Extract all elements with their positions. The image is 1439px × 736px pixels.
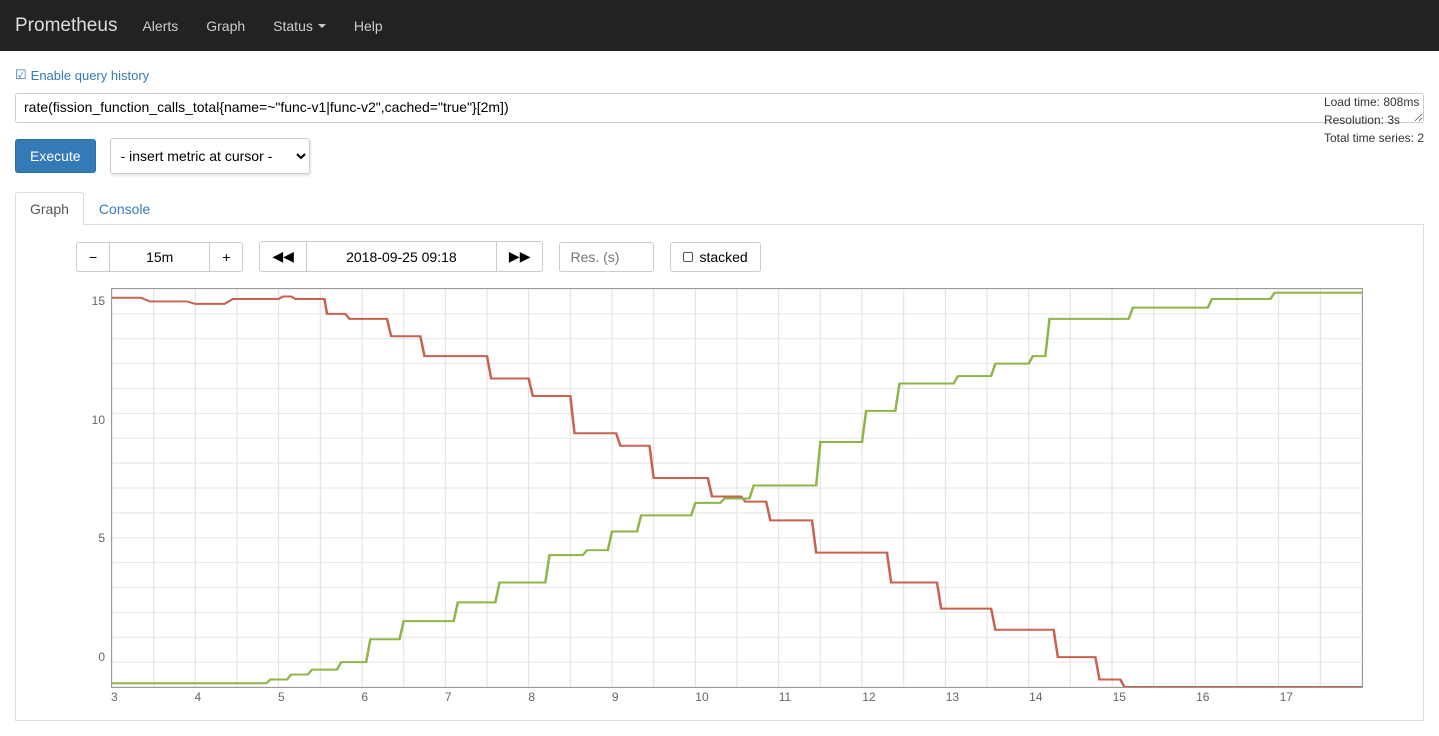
chart-area[interactable] [111, 288, 1363, 688]
minus-icon: − [89, 249, 97, 265]
y-tick-label: 15 [92, 294, 105, 308]
double-chevron-left-icon: ◀◀ [272, 248, 294, 265]
view-tabs: Graph Console [15, 192, 1424, 225]
x-tick-label: 7 [445, 690, 528, 704]
x-tick-label: 17 [1280, 690, 1363, 704]
main-container: ☑ Enable query history rate(fission_func… [0, 51, 1439, 736]
time-back-button[interactable]: ◀◀ [259, 241, 307, 272]
x-tick-label: 11 [779, 690, 862, 704]
expression-input[interactable]: rate(fission_function_calls_total{name=~… [15, 93, 1424, 123]
top-navbar: Prometheus Alerts Graph Status Help [0, 0, 1439, 51]
double-chevron-right-icon: ▶▶ [509, 248, 531, 265]
x-tick-label: 5 [278, 690, 361, 704]
total-series-text: Total time series: 2 [1324, 129, 1424, 147]
nav-status[interactable]: Status [273, 18, 326, 34]
x-tick-label: 15 [1113, 690, 1196, 704]
query-info: Load time: 808ms Resolution: 3s Total ti… [1324, 93, 1424, 147]
brand-title[interactable]: Prometheus [15, 15, 117, 37]
square-icon [683, 252, 693, 262]
execute-row: Execute - insert metric at cursor - [15, 138, 1424, 174]
x-tick-label: 3 [111, 690, 194, 704]
query-history-label: Enable query history [31, 68, 150, 83]
nav-status-label: Status [273, 18, 313, 34]
x-tick-label: 10 [695, 690, 778, 704]
plus-icon: + [222, 249, 230, 265]
caret-down-icon [318, 24, 326, 28]
time-nav-group: ◀◀ ▶▶ [259, 241, 543, 272]
range-input[interactable] [110, 242, 210, 272]
x-tick-label: 13 [946, 690, 1029, 704]
tab-console[interactable]: Console [84, 192, 165, 225]
tab-graph[interactable]: Graph [15, 192, 84, 225]
x-tick-label: 9 [612, 690, 695, 704]
x-tick-label: 12 [862, 690, 945, 704]
nav-alerts[interactable]: Alerts [142, 18, 178, 34]
load-time-text: Load time: 808ms [1324, 93, 1424, 111]
range-increase-button[interactable]: + [210, 242, 243, 272]
graph-panel: − + ◀◀ ▶▶ stacked 151050 345678910111213… [15, 225, 1424, 721]
y-tick-label: 5 [98, 531, 105, 545]
metric-select[interactable]: - insert metric at cursor - [110, 138, 310, 174]
x-tick-label: 6 [361, 690, 444, 704]
execute-button[interactable]: Execute [15, 139, 96, 173]
enable-query-history-link[interactable]: ☑ Enable query history [15, 67, 149, 83]
y-tick-label: 10 [92, 413, 105, 427]
x-tick-label: 16 [1196, 690, 1279, 704]
stacked-label: stacked [699, 249, 747, 265]
resolution-input[interactable] [559, 242, 654, 272]
x-axis: 34567891011121314151617 [76, 690, 1363, 704]
time-range-group: − + [76, 242, 243, 272]
x-tick-label: 14 [1029, 690, 1112, 704]
chart-wrap: 15 10 5 0 [76, 288, 1363, 688]
x-tick-label: 4 [194, 690, 277, 704]
graph-controls: − + ◀◀ ▶▶ stacked [76, 241, 1363, 272]
end-time-input[interactable] [307, 241, 497, 272]
y-tick-label: 0 [98, 650, 105, 664]
time-forward-button[interactable]: ▶▶ [497, 241, 544, 272]
chart-svg [112, 289, 1362, 687]
nav-help[interactable]: Help [354, 18, 383, 34]
range-decrease-button[interactable]: − [76, 242, 110, 272]
x-tick-label: 8 [528, 690, 611, 704]
resolution-text: Resolution: 3s [1324, 111, 1424, 129]
expression-row: rate(fission_function_calls_total{name=~… [15, 93, 1424, 126]
y-axis: 15 10 5 0 [76, 288, 111, 688]
stacked-toggle-button[interactable]: stacked [670, 242, 760, 272]
checkbox-icon: ☑ [15, 67, 27, 83]
nav-graph[interactable]: Graph [206, 18, 245, 34]
